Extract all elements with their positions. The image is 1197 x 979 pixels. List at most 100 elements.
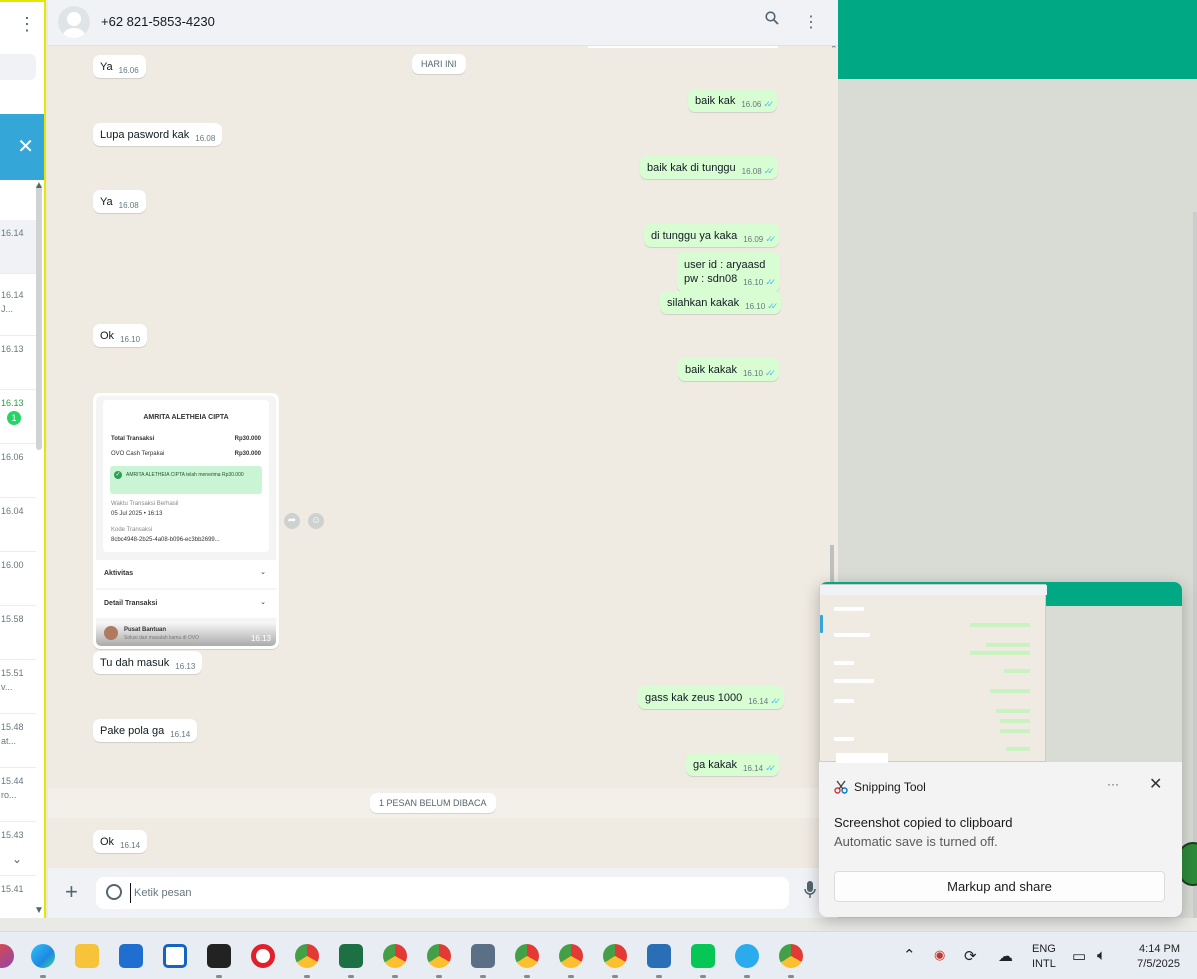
telegram-icon[interactable] bbox=[735, 944, 759, 978]
forward-icon[interactable]: ➦ bbox=[284, 513, 300, 529]
message-out[interactable]: di tunggu ya kaka 16.09 ✓✓ bbox=[644, 224, 780, 247]
chat-list-item[interactable]: 16.14 J... bbox=[0, 282, 36, 336]
message-in[interactable]: Ya 16.08 bbox=[93, 190, 146, 213]
cloud-off-icon[interactable]: ☁ bbox=[998, 947, 1013, 965]
chrome-icon[interactable] bbox=[603, 944, 627, 978]
snipping-tool-icon bbox=[834, 780, 848, 794]
app-icon[interactable] bbox=[471, 944, 495, 978]
contact-name[interactable]: +62 821-5853-4230 bbox=[101, 14, 215, 29]
close-icon[interactable]: ✕ bbox=[1149, 774, 1162, 794]
message-list[interactable]: ⌃ HARI INI Ya 16.06 baik kak 16.06 ✓✓ Lupa … bbox=[48, 46, 838, 868]
avatar[interactable] bbox=[58, 6, 90, 38]
photos-icon[interactable] bbox=[647, 944, 671, 978]
scroll-down-icon[interactable]: ▼ bbox=[34, 905, 44, 916]
chrome-icon[interactable] bbox=[383, 944, 407, 978]
chat-time: 15.44 bbox=[1, 776, 24, 786]
markup-and-share-button[interactable]: Markup and share bbox=[834, 871, 1165, 902]
chat-time: 15.43 bbox=[1, 830, 24, 840]
chat-list-item[interactable]: 16.13 1 bbox=[0, 390, 36, 444]
search-icon[interactable] bbox=[765, 11, 779, 30]
receipt-merchant: AMRITA ALETHEIA CIPTA bbox=[143, 414, 229, 421]
chrome-icon[interactable] bbox=[779, 944, 803, 978]
sync-icon[interactable]: ⟳ bbox=[964, 947, 977, 965]
message-input-box[interactable] bbox=[96, 877, 789, 909]
message-out[interactable]: ga kakak 16.14 ✓✓ bbox=[686, 753, 780, 776]
message-in[interactable]: Lupa pasword kak 16.08 bbox=[93, 123, 223, 146]
chrome-icon[interactable] bbox=[515, 944, 539, 978]
receipt-label: Waktu Transaksi Berhasil bbox=[111, 501, 179, 507]
emoji-react-icon[interactable]: ☺ bbox=[308, 513, 324, 529]
message-out[interactable]: baik kakak 16.10 ✓✓ bbox=[678, 358, 780, 381]
screenshot-preview[interactable] bbox=[819, 582, 1182, 763]
chat-list-item[interactable]: 16.00 bbox=[0, 552, 36, 606]
chat-list-item[interactable]: 16.06 bbox=[0, 444, 36, 498]
network-icon[interactable]: ▭ bbox=[1072, 947, 1086, 965]
chat-list-item[interactable]: 15.51 v... bbox=[0, 660, 36, 714]
chrome-icon[interactable] bbox=[295, 944, 319, 978]
message-input[interactable] bbox=[130, 883, 770, 903]
edge-icon[interactable] bbox=[31, 944, 55, 978]
chat-time: 16.00 bbox=[1, 560, 24, 570]
attach-plus-icon[interactable]: + bbox=[65, 879, 78, 905]
message-out[interactable]: baik kak di tunggu 16.08 ✓✓ bbox=[640, 156, 778, 179]
message-out[interactable]: baik kak 16.06 ✓✓ bbox=[688, 89, 778, 112]
chat-list-item[interactable]: 15.43 bbox=[0, 822, 36, 876]
preview-image bbox=[819, 584, 1047, 763]
scroll-up-icon[interactable]: ▲ bbox=[34, 180, 44, 191]
chat-list-item[interactable]: 16.04 bbox=[0, 498, 36, 552]
message-in[interactable]: Ok 16.10 bbox=[93, 324, 148, 347]
microphone-icon[interactable] bbox=[804, 881, 816, 904]
message-in[interactable]: Tu dah masuk 16.13 bbox=[93, 651, 203, 674]
notepad-icon[interactable] bbox=[163, 944, 187, 968]
chrome-icon[interactable] bbox=[559, 944, 583, 978]
file-explorer-icon[interactable] bbox=[75, 944, 99, 968]
chrome-icon[interactable] bbox=[427, 944, 451, 978]
line-icon[interactable] bbox=[691, 944, 715, 978]
message-in[interactable]: Pake pola ga 16.14 bbox=[93, 719, 198, 742]
chat-list-item[interactable]: 15.48 at... bbox=[0, 714, 36, 768]
language-code: ENG bbox=[1032, 943, 1056, 955]
chat-list-item[interactable]: 16.14 bbox=[0, 220, 36, 274]
chevron-down-icon[interactable]: ⌄ bbox=[12, 852, 22, 866]
chat-time: 16.06 bbox=[1, 452, 24, 462]
snipping-tool-notification[interactable]: Snipping Tool ··· ✕ Screenshot copied to… bbox=[819, 582, 1182, 917]
excel-icon[interactable] bbox=[339, 944, 363, 978]
clock[interactable]: 4:14 PM 7/5/2025 bbox=[1124, 942, 1180, 972]
receipt-section-label: Detail Transaksi bbox=[104, 600, 158, 607]
app-icon[interactable] bbox=[0, 944, 14, 968]
message-out[interactable]: user id : aryaasd pw : sdn08 16.10 ✓✓ bbox=[677, 252, 780, 292]
message-text: di tunggu ya kaka bbox=[651, 230, 738, 242]
close-icon[interactable]: ✕ bbox=[17, 136, 34, 158]
message-time: 16.14 bbox=[120, 841, 141, 850]
receipt-help-bar: Pusat Bantuan Solusi dari masalah kamu d… bbox=[96, 622, 276, 646]
message-in[interactable]: Ya 16.06 bbox=[93, 55, 146, 78]
chat-list-item[interactable]: 15.58 bbox=[0, 606, 36, 660]
input-language[interactable]: ENG INTL bbox=[1032, 942, 1056, 972]
message-text: pw : sdn08 bbox=[684, 273, 738, 285]
volume-icon[interactable]: 🔈︎ bbox=[1097, 947, 1106, 964]
chat-list-item[interactable]: 15.41 bbox=[0, 876, 36, 930]
opera-icon[interactable] bbox=[251, 944, 275, 968]
security-icon[interactable]: ◉ bbox=[934, 947, 945, 963]
read-ticks-icon: ✓✓ bbox=[770, 696, 781, 706]
message-text: Lupa pasword kak bbox=[100, 129, 190, 141]
chevron-up-icon[interactable]: ⌃ bbox=[903, 946, 916, 964]
menu-icon[interactable]: ⋮ bbox=[18, 14, 36, 35]
chat-list-item[interactable]: 16.13 bbox=[0, 336, 36, 390]
sticky-notes-icon[interactable] bbox=[207, 944, 231, 978]
more-options-icon[interactable]: ··· bbox=[1107, 777, 1119, 791]
chat-list-item[interactable]: 15.44 ro... bbox=[0, 768, 36, 822]
message-out[interactable]: silahkan kakak 16.10 ✓✓ bbox=[660, 291, 782, 314]
scroll-up-icon[interactable]: ⌃ bbox=[830, 46, 838, 55]
emoji-icon[interactable] bbox=[106, 884, 122, 900]
message-out[interactable]: gass kak zeus 1000 16.14 ✓✓ bbox=[638, 686, 785, 709]
image-message[interactable]: AMRITA ALETHEIA CIPTA Total Transaksi Rp3… bbox=[93, 393, 279, 649]
message-in[interactable]: Ok 16.14 bbox=[93, 830, 148, 853]
menu-icon[interactable]: ⋮ bbox=[803, 12, 819, 32]
sidebar-scrollbar[interactable] bbox=[36, 184, 42, 450]
chat-pane: +62 821-5853-4230 ⋮ ⌃ HARI INI Ya 16.06 b… bbox=[48, 0, 838, 918]
search-box[interactable] bbox=[0, 54, 36, 80]
chat-scrollbar[interactable] bbox=[830, 545, 834, 585]
message-text: baik kak bbox=[695, 95, 736, 107]
store-icon[interactable] bbox=[119, 944, 143, 968]
